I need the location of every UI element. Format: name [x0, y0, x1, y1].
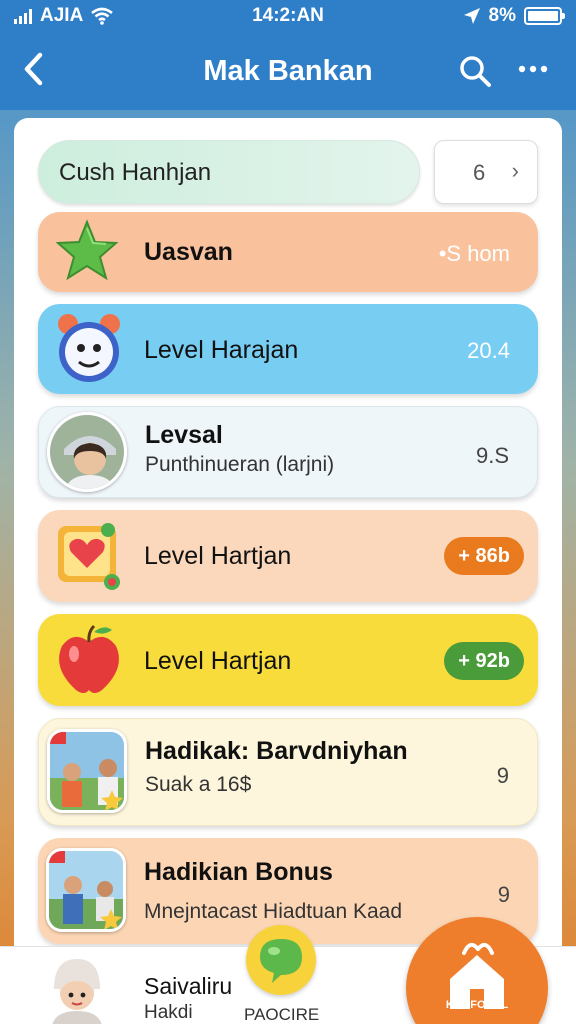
bottom-bar: Saivaliru Hakdi PAOCIRE KUGFOBAL — [0, 917, 576, 1024]
item-title: Level Harajan — [144, 336, 299, 364]
item-value: 9 — [496, 763, 509, 788]
photo-thumbnail — [47, 729, 127, 813]
status-right: 8% — [463, 5, 565, 27]
item-value: 9 — [497, 882, 510, 907]
item-title: Hadikak: Barvdniyhan — [145, 737, 408, 765]
app-bar: Mak Bankan — [0, 34, 576, 110]
status-badge: + 92b — [444, 642, 524, 680]
heart-frame-icon — [54, 520, 124, 597]
chat-bubble-icon — [260, 939, 302, 983]
avatar[interactable] — [44, 953, 110, 1024]
item-title: Level Hartjan — [144, 647, 292, 675]
search-button[interactable] — [458, 54, 492, 88]
status-badge: + 86b — [444, 537, 524, 575]
battery-icon — [524, 7, 565, 25]
profile-subtext: Hakdi — [144, 1002, 193, 1023]
list-item[interactable]: Level Harajan 20.4 — [38, 304, 538, 394]
chevron-right-icon: › — [511, 158, 519, 183]
alarm-clock-icon — [54, 310, 124, 391]
item-title: Level Hartjan — [144, 542, 292, 570]
page-number: 6 — [473, 160, 486, 185]
page-selector[interactable]: 6 › — [434, 140, 538, 204]
item-subtitle: Punthinueran (larjni) — [145, 453, 335, 476]
item-value: •S hom — [438, 241, 510, 266]
search-icon — [460, 56, 491, 87]
item-title: Uasvan — [144, 238, 233, 266]
apple-icon — [54, 622, 124, 701]
avatar — [47, 412, 127, 492]
location-arrow-icon — [463, 8, 480, 24]
home-action-label: KUGFOBAL — [445, 999, 509, 1011]
more-dots-icon — [518, 65, 548, 73]
more-options-button[interactable] — [516, 52, 550, 93]
chat-button[interactable] — [246, 925, 316, 995]
list-item[interactable]: Level Hartjan + 92b — [38, 614, 538, 706]
item-subtitle: Mnejntacast Hiadtuan Kaad — [144, 900, 402, 923]
search-row: Cush Hanhjan 6 › — [38, 140, 538, 204]
item-subtitle: Suak a 16$ — [145, 773, 252, 796]
list-item[interactable]: Levsal Punthinueran (larjni) 9.S — [38, 406, 538, 498]
chat-label: PAOCIRE — [244, 1005, 320, 1024]
list-item[interactable]: Level Hartjan + 86b — [38, 510, 538, 602]
list-item[interactable]: Uasvan •S hom — [38, 212, 538, 292]
item-value: 9.S — [475, 443, 509, 468]
item-value: 20.4 — [467, 338, 510, 363]
search-field[interactable]: Cush Hanhjan — [38, 140, 420, 204]
main-panel: Cush Hanhjan 6 › Uasvan •S hom Level Har… — [14, 118, 562, 1024]
photo-thumbnail — [46, 848, 126, 932]
item-title: Levsal — [145, 421, 223, 449]
item-title: Hadikian Bonus — [144, 858, 333, 886]
status-bar: AJIA 14:2:AN 8% — [0, 0, 576, 34]
profile-name: Saivaliru — [144, 973, 233, 999]
star-icon — [54, 218, 120, 287]
battery-percent: 8% — [488, 5, 516, 26]
list-item[interactable]: Hadikak: Barvdniyhan Suak a 16$ 9 — [38, 718, 538, 826]
